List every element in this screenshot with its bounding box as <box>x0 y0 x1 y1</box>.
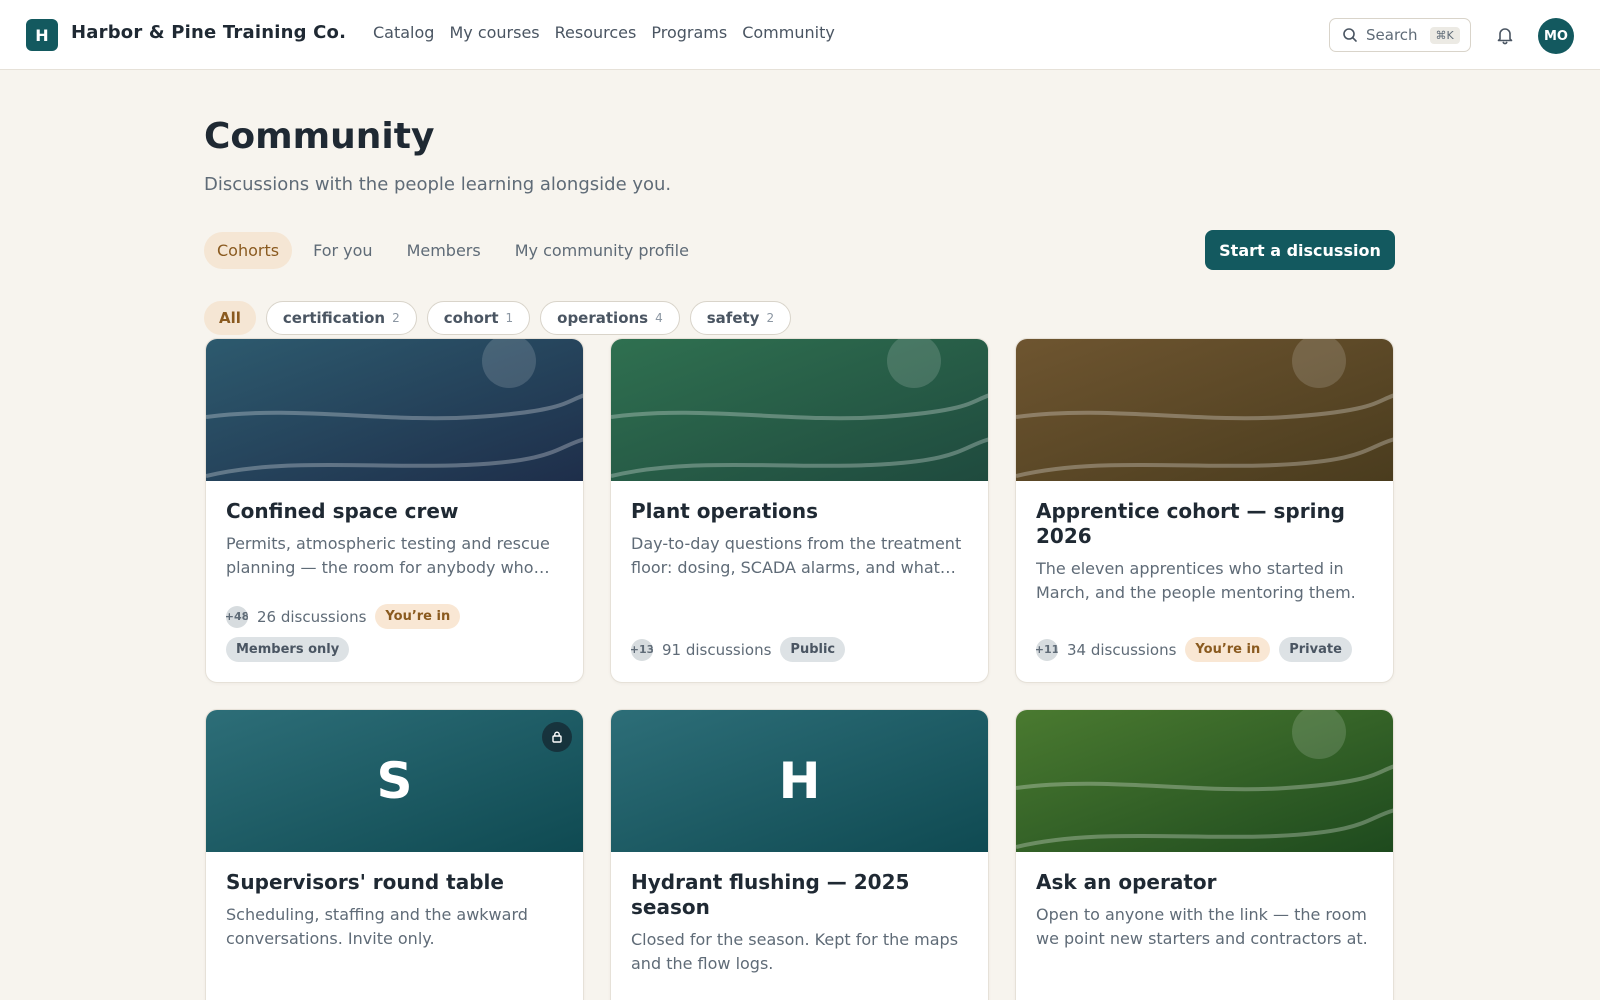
card-title: Ask an operator <box>1036 870 1217 894</box>
filter-chip-cohort[interactable]: cohort 1 <box>426 301 531 335</box>
cover-initial: H <box>778 752 821 810</box>
brand-logo[interactable]: H <box>26 19 58 51</box>
community-card-ask-an-operator[interactable]: Ask an operator Open to anyone with the … <box>1015 709 1394 1000</box>
card-meta: +11 34 discussions You’re in Private <box>1036 637 1376 662</box>
status-badge-joined: You’re in <box>375 604 461 629</box>
card-title: Supervisors' round table <box>226 870 504 894</box>
lock-icon <box>542 722 572 752</box>
search-label: Search <box>1366 26 1418 44</box>
tab-members[interactable]: Members <box>394 232 494 269</box>
filter-chip-count: 2 <box>392 311 400 325</box>
filter-chip-safety[interactable]: safety 2 <box>689 301 792 335</box>
filter-chip-label: safety <box>706 309 760 327</box>
discussion-count: 26 discussions <box>257 607 367 626</box>
card-description: The eleven apprentices who started in Ma… <box>1036 559 1356 602</box>
visibility-badge: Public <box>780 637 846 662</box>
search-button[interactable]: Search ⌘K <box>1329 18 1471 52</box>
card-title: Apprentice cohort — spring 2026 <box>1036 499 1345 548</box>
filter-chip-label: All <box>219 309 241 327</box>
filter-chip-label: certification <box>282 309 386 327</box>
card-title: Confined space crew <box>226 499 459 523</box>
card-meta: +13 91 discussions Public <box>631 637 971 662</box>
filter-chip-count: 2 <box>766 311 775 325</box>
start-discussion-button[interactable]: Start a discussion <box>1205 230 1395 270</box>
card-cover <box>206 339 583 481</box>
community-card-plant-operations[interactable]: Plant operations Day-to-day questions fr… <box>610 338 989 683</box>
visibility-badge: Private <box>1279 637 1352 662</box>
card-title: Plant operations <box>631 499 819 523</box>
cover-wave-pattern <box>611 339 988 478</box>
community-tabs: Cohorts For you Members My community pro… <box>204 232 702 269</box>
member-avatars: +48 <box>226 605 248 628</box>
user-avatar[interactable]: MO <box>1538 18 1574 54</box>
card-cover <box>1016 339 1393 481</box>
card-description: Day-to-day questions from the treatment … <box>631 534 962 577</box>
filter-chip-all[interactable]: All <box>204 301 256 335</box>
cover-initial: S <box>376 752 413 810</box>
card-cover: H <box>611 710 988 852</box>
main-nav: Catalog My courses Resources Programs Co… <box>363 23 840 42</box>
notifications-bell-icon[interactable] <box>1494 24 1516 46</box>
community-card-hydrant-flushing[interactable]: H Hydrant flushing — 2025 season Closed … <box>610 709 989 1000</box>
filter-chip-operations[interactable]: operations 4 <box>540 301 680 335</box>
search-shortcut: ⌘K <box>1429 26 1460 44</box>
visibility-badge: Members only <box>226 637 350 662</box>
tab-cohorts[interactable]: Cohorts <box>204 232 293 269</box>
tab-for-you[interactable]: For you <box>300 232 385 269</box>
member-avatars: +13 <box>631 638 653 661</box>
brand-name[interactable]: Harbor & Pine Training Co. <box>71 22 346 43</box>
cover-wave-pattern <box>1016 339 1393 478</box>
search-icon <box>1343 28 1357 42</box>
filter-chip-label: operations <box>557 309 649 327</box>
card-title: Hydrant flushing — 2025 season <box>631 870 910 919</box>
nav-community[interactable]: Community <box>742 23 835 42</box>
cover-wave-pattern <box>206 339 583 478</box>
status-badge-joined: You’re in <box>1185 637 1271 662</box>
top-bar: H Harbor & Pine Training Co. Catalog My … <box>0 0 1600 70</box>
card-description: Scheduling, staffing and the awkward con… <box>226 905 528 948</box>
cover-wave-pattern <box>1016 710 1393 849</box>
discussion-count: 91 discussions <box>662 640 772 659</box>
card-description: Permits, atmospheric testing and rescue … <box>226 534 550 577</box>
filter-chip-count: 4 <box>655 311 663 325</box>
card-cover: S <box>206 710 583 852</box>
discussion-count: 34 discussions <box>1067 640 1177 659</box>
page-title: Community <box>204 116 435 157</box>
filter-chip-label: cohort <box>443 309 499 327</box>
member-avatars: +11 <box>1036 638 1058 661</box>
card-description: Closed for the season. Kept for the maps… <box>631 930 959 973</box>
community-card-supervisors-round-table[interactable]: S Supervisors' round table Scheduling, s… <box>205 709 584 1000</box>
nav-programs[interactable]: Programs <box>651 23 727 42</box>
card-cover <box>1016 710 1393 852</box>
filter-chip-count: 1 <box>505 311 514 325</box>
community-card-confined-space-crew[interactable]: Confined space crew Permits, atmospheric… <box>205 338 584 683</box>
tab-my-community-profile[interactable]: My community profile <box>502 232 702 269</box>
page-subtitle: Discussions with the people learning alo… <box>204 174 672 195</box>
community-card-apprentice-cohort[interactable]: Apprentice cohort — spring 2026 The elev… <box>1015 338 1394 683</box>
nav-catalog[interactable]: Catalog <box>373 23 434 42</box>
card-description: Open to anyone with the link — the room … <box>1036 905 1368 948</box>
card-cover <box>611 339 988 481</box>
filter-chip-certification[interactable]: certification 2 <box>265 301 417 335</box>
tag-filters: All certification 2 cohort 1 operations 4 s… <box>204 301 792 335</box>
nav-resources[interactable]: Resources <box>555 23 637 42</box>
nav-my-courses[interactable]: My courses <box>449 23 539 42</box>
card-meta: +48 26 discussions You’re in Members onl… <box>226 604 566 662</box>
